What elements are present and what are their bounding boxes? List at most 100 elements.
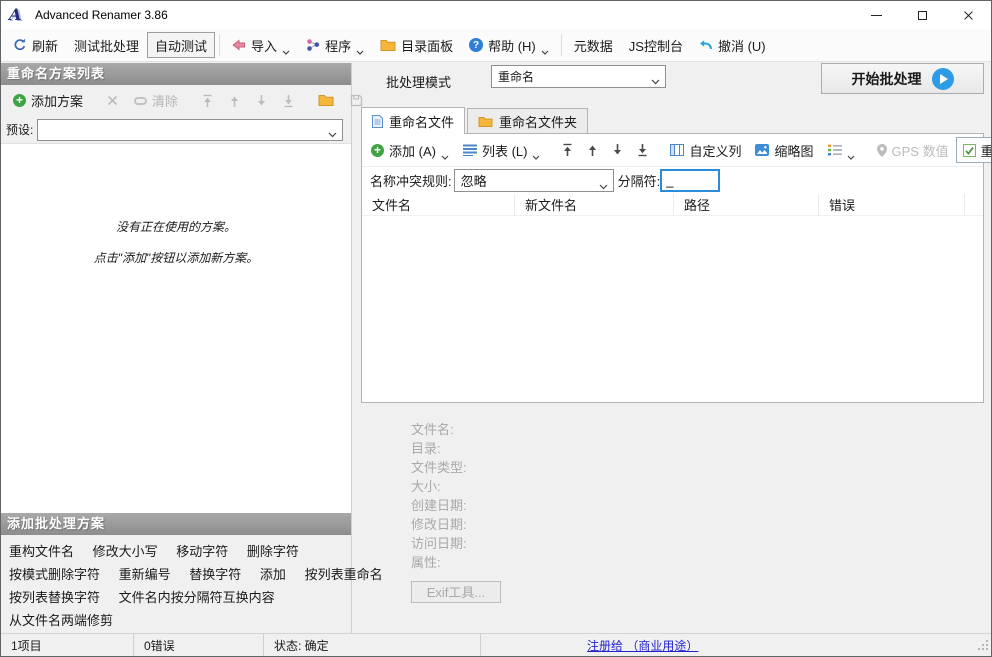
batch-mode-row: 批处理模式 重命名 开始批处理 bbox=[361, 63, 984, 107]
conflict-rule-select[interactable]: 忽略 bbox=[453, 169, 614, 192]
file-move-down-button[interactable] bbox=[605, 137, 630, 163]
programs-icon bbox=[306, 38, 320, 52]
undo-button[interactable]: 撤消 (U) bbox=[691, 32, 774, 58]
window-title: Advanced Renamer 3.86 bbox=[35, 8, 168, 22]
method-link[interactable]: 按列表替换字符 bbox=[9, 590, 100, 605]
method-link[interactable]: 重新编号 bbox=[119, 567, 171, 582]
test-batch-button[interactable]: 测试批处理 bbox=[66, 32, 147, 58]
schemes-toolbar: + 添加方案 清除 bbox=[1, 85, 363, 116]
column-header-filename[interactable]: 文件名 bbox=[362, 194, 515, 215]
method-link[interactable]: 文件名内按分隔符互换内容 bbox=[119, 590, 275, 605]
column-header-new-filename[interactable]: 新文件名 bbox=[515, 194, 674, 215]
gps-values-button[interactable]: GPS 数值 bbox=[870, 137, 956, 163]
info-accessed-label: 访问日期: bbox=[411, 536, 467, 551]
refresh-button[interactable]: 刷新 bbox=[5, 32, 66, 58]
tab-rename-files[interactable]: 重命名文件 bbox=[361, 107, 466, 134]
help-button[interactable]: ? 帮助 (H) bbox=[461, 32, 557, 58]
document-icon bbox=[372, 114, 383, 128]
rename-schemes-panel: 重命名方案列表 + 添加方案 清除 预设: 没有正在使用的方案。 点击"添加"按… bbox=[1, 63, 383, 633]
file-tabs: 重命名文件 重命名文件夹 bbox=[361, 107, 984, 134]
scheme-list-empty-area[interactable]: 没有正在使用的方案。 点击"添加"按钮以添加新方案。 bbox=[1, 143, 351, 513]
thumbnails-label: 缩略图 bbox=[774, 143, 814, 159]
method-link[interactable]: 替换字符 bbox=[189, 567, 241, 582]
add-files-button[interactable]: + 添加 (A) bbox=[364, 137, 456, 163]
file-table-header: 文件名 新文件名 路径 错误 bbox=[362, 194, 983, 216]
method-link[interactable]: 修改大小写 bbox=[93, 544, 158, 559]
thumbnails-button[interactable]: 缩略图 bbox=[748, 137, 820, 163]
js-console-label: JS控制台 bbox=[628, 38, 683, 54]
method-row: 从文件名两端修剪 bbox=[9, 609, 343, 632]
registered-to-link[interactable]: 注册给 （商业用途） bbox=[587, 637, 698, 654]
tab-rename-folders[interactable]: 重命名文件夹 bbox=[467, 108, 589, 134]
batch-mode-select[interactable]: 重命名 bbox=[491, 65, 666, 88]
method-row: 重构文件名 修改大小写 移动字符 删除字符 bbox=[9, 540, 343, 563]
js-console-button[interactable]: JS控制台 bbox=[621, 32, 691, 58]
chevron-down-icon bbox=[651, 74, 660, 85]
metadata-button[interactable]: 元数据 bbox=[566, 32, 621, 58]
titlebar: A Advanced Renamer 3.86 bbox=[1, 1, 991, 29]
resize-grip[interactable] bbox=[978, 640, 989, 654]
clear-schemes-button[interactable]: 清除 bbox=[126, 88, 186, 114]
exif-tool-button[interactable]: Exif工具... bbox=[411, 581, 501, 603]
chevron-down-icon bbox=[356, 43, 364, 55]
batch-mode-value: 重命名 bbox=[498, 70, 535, 84]
file-move-up-button[interactable] bbox=[580, 137, 605, 163]
toolbar-separator bbox=[219, 34, 221, 56]
file-table-body[interactable] bbox=[362, 216, 983, 402]
minimize-button[interactable] bbox=[853, 1, 899, 29]
app-logo-icon: A bbox=[9, 5, 22, 24]
move-bottom-button[interactable] bbox=[275, 88, 302, 114]
maximize-button[interactable] bbox=[899, 1, 945, 29]
arrow-up-icon bbox=[587, 143, 598, 157]
programs-label: 程序 bbox=[325, 38, 352, 54]
rename-files-tabpage: + 添加 (A) 列表 (L) 自定义列 缩略图 GPS 数值 名称冲突规则: … bbox=[361, 133, 991, 403]
file-move-bottom-button[interactable] bbox=[630, 137, 655, 163]
file-move-top-button[interactable] bbox=[555, 137, 580, 163]
column-header-error[interactable]: 错误 bbox=[819, 194, 965, 215]
file-list-panel: 批处理模式 重命名 开始批处理 重命名文件 重命名文件夹 + 添加 (A) 列表… bbox=[361, 63, 991, 633]
folder-icon bbox=[478, 116, 493, 128]
remove-scheme-button[interactable] bbox=[99, 88, 126, 114]
main-toolbar: 刷新 测试批处理 自动测试 导入 程序 目录面板 ? 帮助 (H) 元数据 JS… bbox=[1, 29, 991, 62]
method-link[interactable]: 移动字符 bbox=[176, 544, 228, 559]
rename-match-toggle[interactable]: 重命名匹配 bbox=[955, 137, 991, 163]
custom-columns-button[interactable]: 自定义列 bbox=[663, 137, 748, 163]
clear-schemes-label: 清除 bbox=[152, 94, 179, 109]
status-error-count: 0错误 bbox=[134, 634, 264, 656]
method-row: 按模式删除字符 重新编号 替换字符 添加 按列表重命名 bbox=[9, 563, 383, 586]
move-top-button[interactable] bbox=[194, 88, 221, 114]
preset-select[interactable] bbox=[37, 118, 343, 141]
programs-button[interactable]: 程序 bbox=[298, 32, 372, 58]
move-up-button[interactable] bbox=[221, 88, 248, 114]
auto-test-toggle[interactable]: 自动测试 bbox=[147, 32, 216, 58]
list-view-button[interactable]: 列表 (L) bbox=[456, 137, 548, 163]
undo-icon bbox=[699, 39, 713, 51]
open-scheme-button[interactable] bbox=[310, 88, 342, 114]
add-files-label: 添加 (A) bbox=[389, 143, 436, 159]
start-batch-button[interactable]: 开始批处理 bbox=[821, 63, 984, 94]
method-link[interactable]: 按模式删除字符 bbox=[9, 567, 100, 582]
plus-icon: + bbox=[371, 143, 384, 157]
app-window: A Advanced Renamer 3.86 刷新 测试批处理 自动测试 导入 bbox=[0, 0, 992, 657]
directory-panel-button[interactable]: 目录面板 bbox=[372, 32, 461, 58]
import-label: 导入 bbox=[251, 38, 278, 54]
method-link[interactable]: 添加 bbox=[260, 567, 286, 582]
separator-input[interactable] bbox=[660, 169, 721, 192]
columns-icon bbox=[670, 144, 685, 156]
info-modified-label: 修改日期: bbox=[411, 517, 467, 532]
separator-label: 分隔符: bbox=[617, 174, 661, 189]
arrow-bottom-icon bbox=[637, 143, 648, 157]
method-link[interactable]: 删除字符 bbox=[247, 544, 299, 559]
close-button[interactable] bbox=[945, 1, 991, 29]
batch-mode-label: 批处理模式 bbox=[386, 75, 452, 90]
minimize-icon bbox=[870, 14, 882, 16]
method-link[interactable]: 重构文件名 bbox=[9, 544, 74, 559]
column-header-path[interactable]: 路径 bbox=[674, 194, 819, 215]
import-button[interactable]: 导入 bbox=[224, 32, 298, 58]
column-profile-button[interactable] bbox=[821, 137, 862, 163]
move-down-button[interactable] bbox=[248, 88, 275, 114]
method-link[interactable]: 从文件名两端修剪 bbox=[9, 613, 113, 628]
checkbox-checked-icon bbox=[962, 143, 976, 157]
add-scheme-button[interactable]: + 添加方案 bbox=[5, 88, 91, 114]
preset-label: 预设: bbox=[6, 123, 34, 137]
